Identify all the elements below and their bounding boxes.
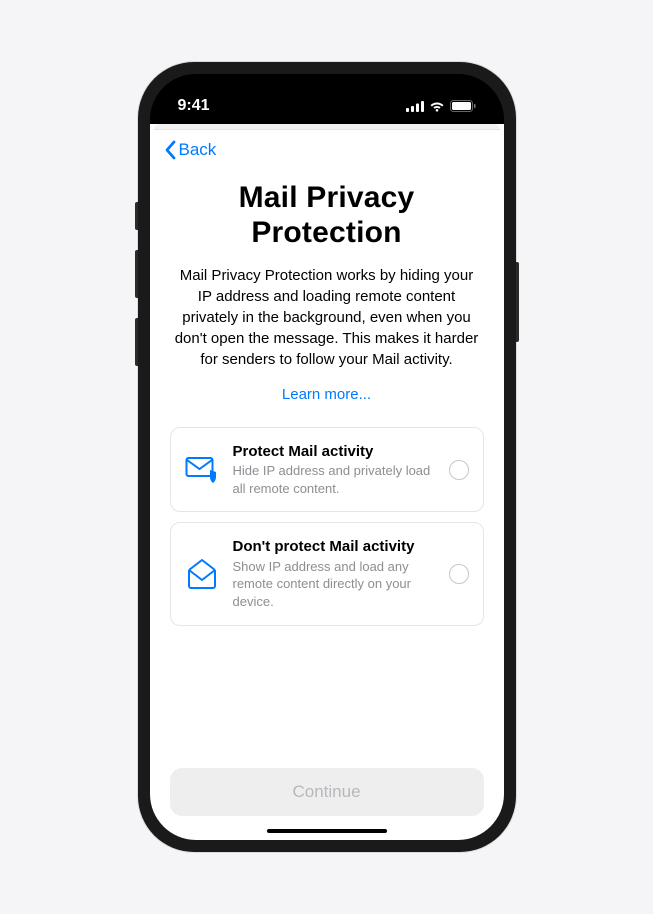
dynamic-island — [273, 88, 381, 118]
option-dont-protect-text: Don't protect Mail activity Show IP addr… — [233, 537, 435, 610]
page-description: Mail Privacy Protection works by hiding … — [170, 265, 484, 370]
content-area: Back Mail Privacy Protection Mail Privac… — [150, 124, 504, 840]
option-protect-subtitle: Hide IP address and privately load all r… — [233, 462, 435, 497]
option-protect-title: Protect Mail activity — [233, 442, 435, 462]
page-title: Mail Privacy Protection — [170, 180, 484, 251]
status-icons — [406, 100, 476, 112]
chevron-left-icon — [164, 140, 176, 160]
status-time: 9:41 — [178, 97, 210, 115]
home-indicator[interactable] — [267, 829, 387, 833]
main-content: Mail Privacy Protection Mail Privacy Pro… — [150, 164, 504, 840]
back-label: Back — [179, 140, 217, 160]
option-dont-protect-title: Don't protect Mail activity — [233, 537, 435, 557]
option-dont-protect-subtitle: Show IP address and load any remote cont… — [233, 558, 435, 611]
wifi-icon — [429, 100, 445, 112]
phone-frame: 9:41 — [138, 62, 516, 852]
option-protect-text: Protect Mail activity Hide IP address an… — [233, 442, 435, 498]
nav-bar: Back — [150, 130, 504, 164]
cellular-icon — [406, 101, 424, 112]
continue-button[interactable]: Continue — [170, 768, 484, 816]
envelope-open-icon — [185, 557, 219, 591]
option-protect[interactable]: Protect Mail activity Hide IP address an… — [170, 427, 484, 513]
option-dont-protect-radio[interactable] — [449, 564, 469, 584]
envelope-shield-icon — [185, 453, 219, 487]
option-protect-radio[interactable] — [449, 460, 469, 480]
learn-more-link[interactable]: Learn more... — [170, 386, 484, 403]
back-button[interactable]: Back — [164, 140, 217, 160]
screen: 9:41 — [150, 74, 504, 840]
option-dont-protect[interactable]: Don't protect Mail activity Show IP addr… — [170, 522, 484, 625]
battery-icon — [450, 100, 476, 112]
